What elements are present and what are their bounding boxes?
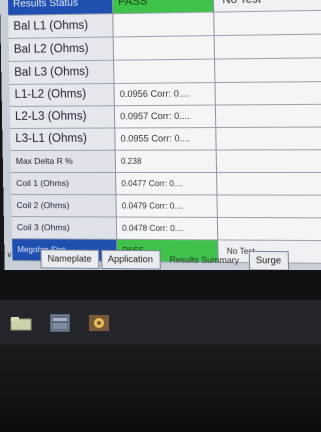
row-label: L3-L1 (Ohms) [10,128,116,150]
tab-application[interactable]: Application [100,249,161,270]
row-extra [217,195,321,218]
row-extra [217,172,321,195]
row-extra [215,58,321,83]
app-window-icon[interactable] [50,314,70,332]
results-status-pass: PASS [112,0,215,14]
row-value [113,12,215,37]
results-tabs: Nameplate Application Results Summary Su… [40,249,289,271]
folder-icon[interactable] [10,315,32,331]
row-extra [216,150,321,172]
row-value: 0.0957 Corr: 0.... [114,105,217,128]
row-label: Coil 3 (Ohms) [11,217,118,239]
monitor-bezel [0,344,321,432]
row-extra [217,217,321,241]
results-grid: Results Status PASS No Test Bal L1 (Ohms… [7,0,321,265]
row-extra [215,81,321,105]
row-label: Bal L1 (Ohms) [8,14,114,38]
row-value: 0.0479 Corr: 0.... [116,195,218,217]
row-value: 0.0956 Corr: 0.... [114,83,216,106]
table-row[interactable]: Bal L3 (Ohms) [9,58,321,85]
scroll-down-icon[interactable]: ∨ [6,250,14,264]
table-row[interactable]: Coil 3 (Ohms) 0.0478 Corr: 0.... [11,217,321,242]
row-label: L2-L3 (Ohms) [9,106,116,128]
results-status-label: Results Status [7,0,114,15]
tab-results-summary[interactable]: Results Summary [162,250,247,270]
table-row[interactable]: L2-L3 (Ohms) 0.0957 Corr: 0.... [9,104,321,129]
row-extra [214,34,321,59]
table-row[interactable]: Coil 1 (Ohms) 0.0477 Corr: 0.... [11,172,321,196]
taskbar [0,300,321,344]
table-row[interactable]: L3-L1 (Ohms) 0.0955 Corr: 0.... [10,127,321,151]
app-tool-icon[interactable] [88,314,110,332]
row-extra [214,10,321,36]
row-value [114,59,216,83]
row-value: 0.0955 Corr: 0.... [115,128,217,150]
row-value: 0.238 [115,150,218,172]
row-label: Coil 1 (Ohms) [11,173,117,195]
row-value: 0.0477 Corr: 0.... [116,172,218,195]
row-label: Bal L3 (Ohms) [9,60,115,84]
tab-surge[interactable]: Surge [248,250,289,271]
row-label: Coil 2 (Ohms) [11,195,117,217]
results-status-no-test: No Test [213,0,321,12]
table-row[interactable]: Max Delta R % 0.238 [10,150,321,174]
table-row[interactable]: Bal L2 (Ohms) [8,34,321,62]
row-value [113,36,216,60]
row-label: L1-L2 (Ohms) [9,83,115,106]
table-row[interactable]: L1-L2 (Ohms) 0.0956 Corr: 0.... [9,81,321,107]
row-extra [215,104,321,128]
row-label: Max Delta R % [10,150,117,173]
tab-nameplate[interactable]: Nameplate [40,249,99,269]
row-value: 0.0478 Corr: 0.... [116,217,219,240]
row-extra [216,127,321,150]
table-row[interactable]: Coil 2 (Ohms) 0.0479 Corr: 0.... [11,195,321,219]
row-label: Bal L2 (Ohms) [8,37,115,61]
